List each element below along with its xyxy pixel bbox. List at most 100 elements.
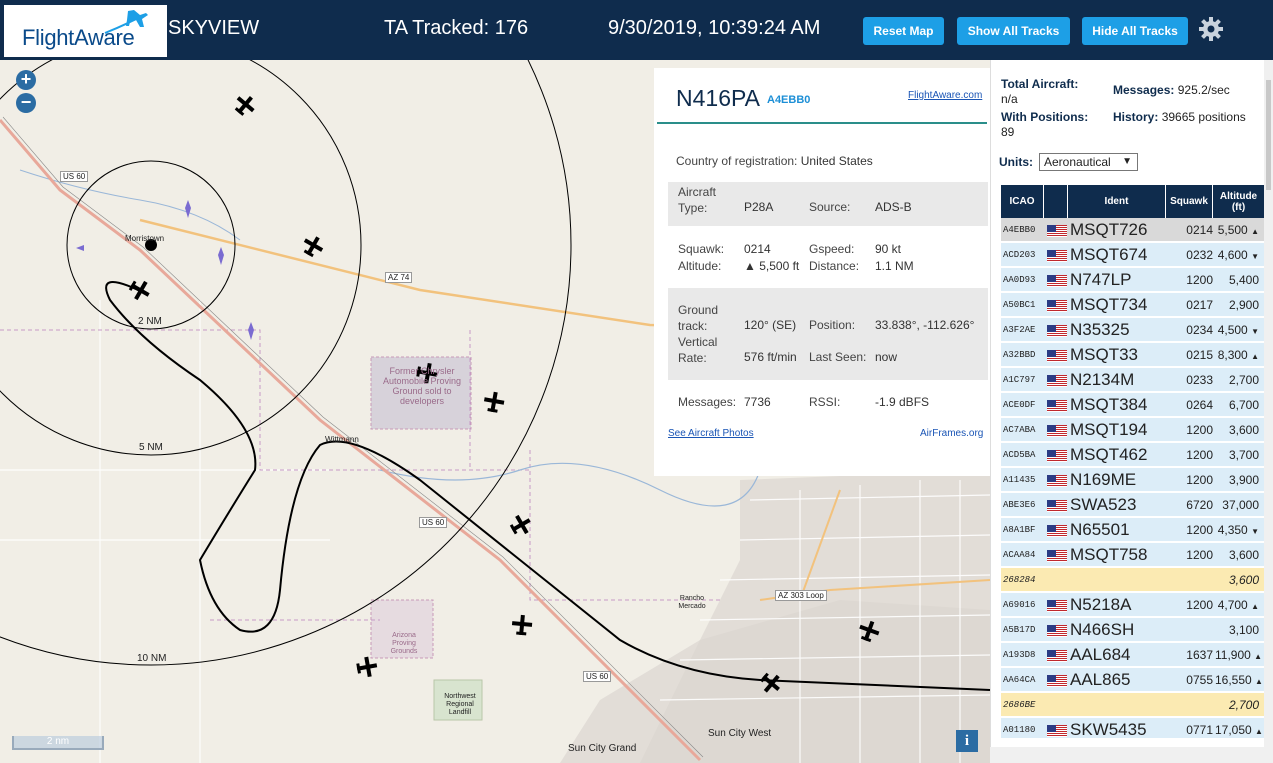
table-row[interactable]: ACAA84 MSQT758 1200 3,600 bbox=[1001, 543, 1264, 567]
dropdown-arrow-icon: ▼ bbox=[1122, 156, 1132, 167]
row-squawk: 0232 bbox=[1186, 248, 1213, 262]
us-flag-icon bbox=[1047, 399, 1067, 412]
scrollbar-thumb[interactable] bbox=[1266, 80, 1271, 190]
row-altitude: 2,700 bbox=[1228, 698, 1259, 712]
table-row[interactable]: ACE0DF MSQT384 0264 6,700 bbox=[1001, 393, 1264, 417]
road-label: US 60 bbox=[419, 517, 448, 528]
table-row[interactable]: ACD203 MSQT674 0232 4,600 ▼ bbox=[1001, 243, 1264, 267]
row-squawk: 1200 bbox=[1186, 273, 1213, 287]
row-icao: 2686BE bbox=[1003, 700, 1036, 710]
flightaware-link[interactable]: FlightAware.com bbox=[908, 90, 982, 101]
row-icao: A8A1BF bbox=[1003, 525, 1036, 535]
row-altitude: 4,350 ▼ bbox=[1217, 523, 1259, 537]
row-altitude: 3,600 bbox=[1228, 548, 1259, 562]
row-ident: MSQT194 bbox=[1070, 420, 1148, 439]
table-row[interactable]: A4EBB0 MSQT726 0214 5,500 ▲ bbox=[1001, 218, 1264, 242]
us-flag-icon bbox=[1047, 299, 1067, 312]
row-altitude: 4,700 ▲ bbox=[1217, 598, 1259, 612]
col-flag[interactable] bbox=[1044, 185, 1068, 218]
table-row[interactable]: A50BC1 MSQT734 0217 2,900 bbox=[1001, 293, 1264, 317]
col-icao[interactable]: ICAO bbox=[1001, 185, 1044, 218]
table-row[interactable]: 2686BE 2,700 bbox=[1001, 693, 1264, 717]
aircraft-detail-panel: N416PA A4EBB0 FlightAware.com Country of… bbox=[654, 68, 990, 476]
zoom-in-button[interactable]: + bbox=[16, 70, 36, 90]
place-label: Rancho Mercado bbox=[678, 595, 706, 610]
trend-arrow-icon: ▼ bbox=[1251, 252, 1259, 261]
table-row[interactable]: A01180 SKW5435 0771 17,050 ▲ bbox=[1001, 718, 1264, 738]
row-squawk: 1200 bbox=[1186, 523, 1213, 537]
table-row[interactable]: A5B17D N466SH 3,100 bbox=[1001, 618, 1264, 642]
row-ident: AAL684 bbox=[1070, 645, 1131, 664]
horizontal-scrollbar[interactable] bbox=[990, 747, 1273, 763]
hide-all-tracks-button[interactable]: Hide All Tracks bbox=[1082, 17, 1188, 45]
table-row[interactable]: A193D8 AAL684 1637 11,900 ▲ bbox=[1001, 643, 1264, 667]
row-icao: 268284 bbox=[1003, 575, 1036, 585]
divider bbox=[657, 122, 987, 124]
trend-arrow-icon: ▲ bbox=[1255, 727, 1263, 736]
table-row[interactable]: 268284 3,600 bbox=[1001, 568, 1264, 592]
info-icon[interactable]: i bbox=[956, 730, 978, 752]
tracked-count: TA Tracked: 176 bbox=[384, 17, 529, 39]
row-ident: N2134M bbox=[1070, 370, 1135, 389]
table-row[interactable]: A1C797 N2134M 0233 2,700 bbox=[1001, 368, 1264, 392]
row-ident: MSQT462 bbox=[1070, 445, 1148, 464]
aircraft-photos-link[interactable]: See Aircraft Photos bbox=[668, 428, 754, 439]
units-select[interactable]: Aeronautical ▼ bbox=[1039, 153, 1138, 171]
row-icao: ABE3E6 bbox=[1003, 500, 1036, 510]
row-icao: ACE0DF bbox=[1003, 400, 1036, 410]
table-row[interactable]: A8A1BF N65501 1200 4,350 ▼ bbox=[1001, 518, 1264, 542]
row-altitude: 3,700 bbox=[1228, 448, 1259, 462]
zoom-out-button[interactable]: − bbox=[16, 93, 36, 113]
row-squawk: 0214 bbox=[1186, 223, 1213, 237]
row-icao: A1C797 bbox=[1003, 375, 1036, 385]
row-squawk: 0755 bbox=[1186, 673, 1213, 687]
row-icao: A3F2AE bbox=[1003, 325, 1036, 335]
place-label: Sun City Grand bbox=[568, 743, 637, 754]
us-flag-icon bbox=[1047, 274, 1067, 287]
row-squawk: 0234 bbox=[1186, 323, 1213, 337]
us-flag-icon bbox=[1047, 249, 1067, 262]
table-row[interactable]: AC7ABA MSQT194 1200 3,600 bbox=[1001, 418, 1264, 442]
row-squawk: 0771 bbox=[1186, 723, 1213, 737]
place-label: Arizona Proving Grounds bbox=[390, 632, 418, 655]
show-all-tracks-button[interactable]: Show All Tracks bbox=[957, 17, 1070, 45]
row-ident: N5218A bbox=[1070, 595, 1132, 614]
us-flag-icon bbox=[1047, 499, 1067, 512]
aircraft-hex[interactable]: A4EBB0 bbox=[767, 94, 810, 106]
col-altitude[interactable]: Altitude (ft) bbox=[1213, 185, 1264, 218]
table-row[interactable]: A69016 N5218A 1200 4,700 ▲ bbox=[1001, 593, 1264, 617]
row-icao: A11435 bbox=[1003, 475, 1036, 485]
flightaware-logo[interactable]: FlightAware bbox=[4, 5, 167, 57]
table-row[interactable]: ACD5BA MSQT462 1200 3,700 bbox=[1001, 443, 1264, 467]
table-row[interactable]: AA0D93 N747LP 1200 5,400 bbox=[1001, 268, 1264, 292]
us-flag-icon bbox=[1047, 374, 1067, 387]
col-ident[interactable]: Ident bbox=[1068, 185, 1166, 218]
col-squawk[interactable]: Squawk bbox=[1166, 185, 1213, 218]
row-squawk: 6720 bbox=[1186, 498, 1213, 512]
place-label: Wittmann bbox=[325, 435, 359, 444]
table-row[interactable]: A32BBD MSQT33 0215 8,300 ▲ bbox=[1001, 343, 1264, 367]
type-source-block: Aircraft Type: P28A Source: ADS-B bbox=[668, 182, 988, 226]
row-ident: MSQT674 bbox=[1070, 245, 1148, 264]
road-label: AZ 74 bbox=[385, 272, 413, 283]
trend-arrow-icon: ▼ bbox=[1251, 327, 1259, 336]
table-row[interactable]: ABE3E6 SWA523 6720 37,000 bbox=[1001, 493, 1264, 517]
row-altitude: 3,600 bbox=[1228, 573, 1259, 587]
table-row[interactable]: AA64CA AAL865 0755 16,550 ▲ bbox=[1001, 668, 1264, 692]
us-flag-icon bbox=[1047, 724, 1067, 737]
row-altitude: 3,600 bbox=[1228, 423, 1259, 437]
row-altitude: 2,900 bbox=[1228, 298, 1259, 312]
units-label: Units: bbox=[999, 155, 1033, 169]
row-icao: AA0D93 bbox=[1003, 275, 1036, 285]
airframes-link[interactable]: AirFrames.org bbox=[920, 428, 983, 439]
table-row[interactable]: A3F2AE N35325 0234 4,500 ▼ bbox=[1001, 318, 1264, 342]
row-icao: ACD203 bbox=[1003, 250, 1036, 260]
row-ident: MSQT33 bbox=[1070, 345, 1139, 364]
messages-stat: Messages: 925.2/sec bbox=[1113, 83, 1230, 97]
trend-arrow-icon: ▲ bbox=[1251, 227, 1259, 236]
reset-map-button[interactable]: Reset Map bbox=[863, 17, 944, 45]
row-icao: ACD5BA bbox=[1003, 450, 1036, 460]
settings-gear-icon[interactable] bbox=[1198, 16, 1224, 42]
trend-arrow-icon: ▲ bbox=[1251, 602, 1259, 611]
table-row[interactable]: A11435 N169ME 1200 3,900 bbox=[1001, 468, 1264, 492]
